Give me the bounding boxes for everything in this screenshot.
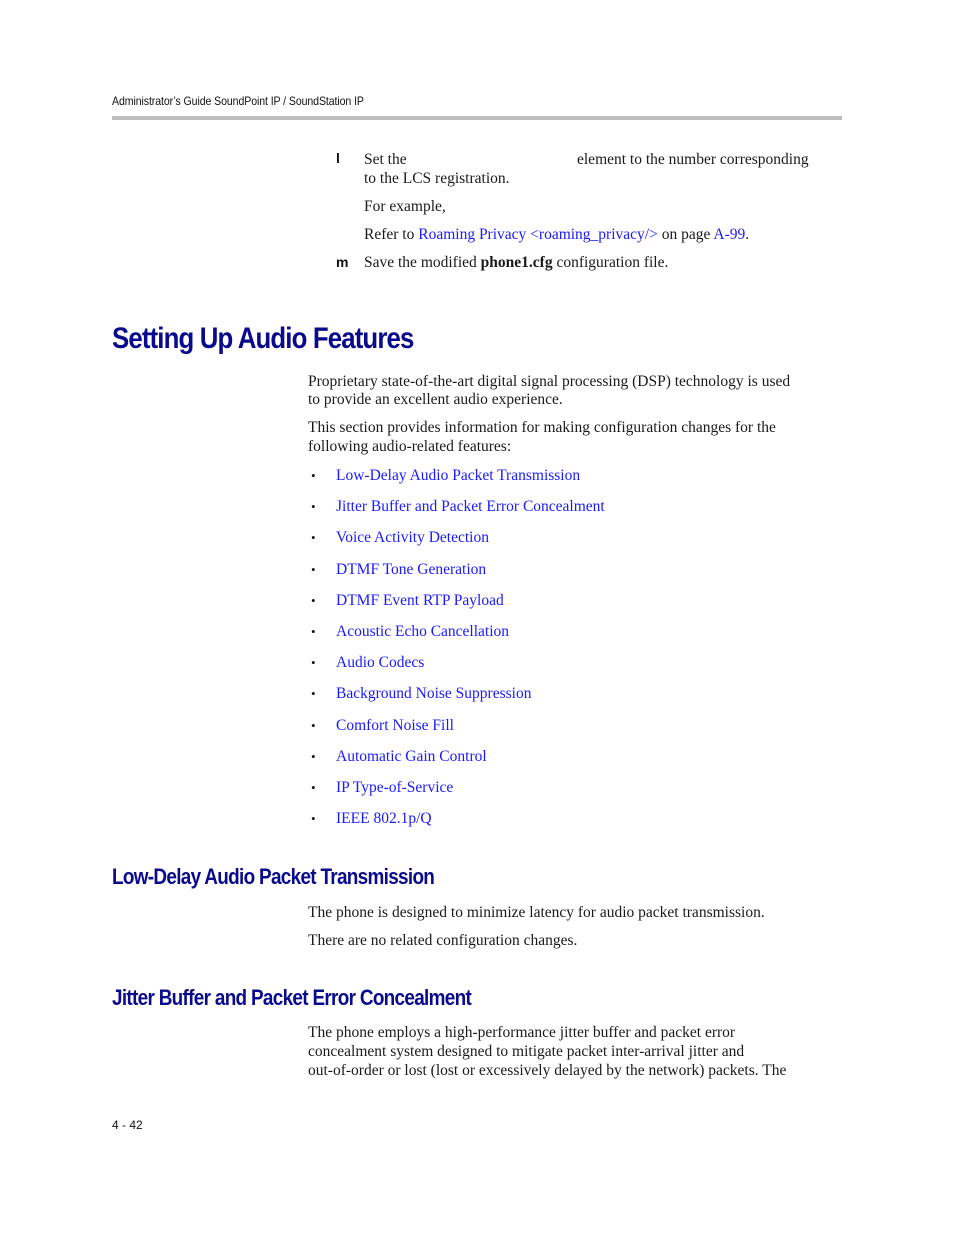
- feature-link-noise-suppression[interactable]: Background Noise Suppression: [336, 685, 531, 702]
- list-item: • Voice Activity Detection: [308, 528, 605, 559]
- list-item: • Automatic Gain Control: [308, 747, 605, 778]
- jitter-para-line3: out-of-order or lost (lost or excessivel…: [308, 1062, 787, 1079]
- feature-link-ip-tos[interactable]: IP Type-of-Service: [336, 779, 453, 796]
- low-delay-para1: The phone is designed to minimize latenc…: [308, 904, 765, 921]
- bullet-icon: •: [311, 499, 316, 515]
- bullet-icon: •: [311, 686, 316, 702]
- bullet-icon: •: [311, 468, 316, 483]
- step-m-text: Save the modified phone1.cfg configurati…: [364, 253, 668, 272]
- list-item: • Acoustic Echo Cancellation: [308, 622, 605, 653]
- page-title: Setting Up Audio Features: [112, 322, 414, 355]
- list-item: • DTMF Event RTP Payload: [308, 591, 605, 622]
- running-header: Administrator’s Guide SoundPoint IP / So…: [112, 94, 364, 108]
- intro-para2-line2: following audio-related features:: [308, 438, 512, 455]
- page-a99-link[interactable]: A-99: [713, 226, 745, 243]
- feature-link-dtmf-tone[interactable]: DTMF Tone Generation: [336, 561, 486, 578]
- step-m-after: configuration file.: [552, 254, 669, 271]
- feature-link-audio-codecs[interactable]: Audio Codecs: [336, 654, 424, 671]
- feature-list: • Low-Delay Audio Packet Transmission • Ji…: [308, 466, 605, 840]
- config-filename: phone1.cfg: [480, 254, 553, 271]
- jitter-para-line2: concealment system designed to mitigate …: [308, 1043, 745, 1060]
- list-item: • Background Noise Suppression: [308, 684, 605, 715]
- list-item: • Low-Delay Audio Packet Transmission: [308, 466, 605, 497]
- step-l-refer: Refer to Roaming Privacy <roaming_privac…: [364, 225, 749, 244]
- list-item: • DTMF Tone Generation: [308, 560, 605, 591]
- list-item: • Jitter Buffer and Packet Error Concealm…: [308, 497, 605, 528]
- refer-mid: on page: [657, 226, 714, 243]
- feature-link-jitter-buffer[interactable]: Jitter Buffer and Packet Error Concealme…: [336, 498, 605, 515]
- section-heading-jitter: Jitter Buffer and Packet Error Concealme…: [112, 985, 472, 1010]
- list-item: • Audio Codecs: [308, 653, 605, 684]
- step-l-text-end: element to the number corresponding: [577, 151, 809, 168]
- roaming-privacy-link[interactable]: Roaming Privacy <roaming_privacy/>: [418, 226, 658, 243]
- feature-link-voice-activity[interactable]: Voice Activity Detection: [336, 529, 489, 546]
- refer-prefix: Refer to: [364, 226, 419, 243]
- bullet-icon: •: [311, 623, 316, 639]
- intro-para-line1: Proprietary state-of-the-art digital sig…: [308, 373, 791, 390]
- step-label-m: m: [336, 254, 349, 270]
- list-item: • Comfort Noise Fill: [308, 716, 605, 747]
- step-m-before: Save the modified: [364, 254, 481, 271]
- bullet-icon: •: [311, 717, 316, 733]
- feature-link-comfort-noise[interactable]: Comfort Noise Fill: [336, 717, 454, 734]
- feature-link-dtmf-event[interactable]: DTMF Event RTP Payload: [336, 592, 504, 609]
- intro-para2-line1: This section provides information for ma…: [308, 419, 776, 436]
- step-l-text-line2: to the LCS registration.: [364, 170, 510, 187]
- bullet-icon: •: [311, 811, 316, 827]
- header-rule: [112, 116, 842, 120]
- feature-link-gain-control[interactable]: Automatic Gain Control: [336, 748, 487, 765]
- bullet-icon: •: [311, 655, 316, 671]
- bullet-icon: •: [311, 592, 316, 608]
- low-delay-para2: There are no related configuration chang…: [308, 932, 578, 949]
- list-item: • IP Type-of-Service: [308, 778, 605, 809]
- bullet-icon: •: [311, 779, 316, 795]
- step-l-text-start: Set the: [364, 151, 407, 168]
- refer-suffix: .: [745, 226, 750, 243]
- step-label-l: l: [336, 150, 340, 166]
- jitter-para-line1: The phone employs a high-performance jit…: [308, 1024, 736, 1041]
- page-number: 4 - 42: [112, 1118, 143, 1132]
- bullet-icon: •: [311, 530, 316, 546]
- feature-link-low-delay[interactable]: Low-Delay Audio Packet Transmission: [336, 467, 580, 484]
- section-heading-low-delay: Low-Delay Audio Packet Transmission: [112, 864, 435, 889]
- list-item: • IEEE 802.1p/Q: [308, 809, 605, 840]
- bullet-icon: •: [311, 561, 316, 577]
- bullet-icon: •: [311, 748, 316, 764]
- step-l-example: For example,: [364, 198, 446, 215]
- feature-link-ieee-8021pq[interactable]: IEEE 802.1p/Q: [336, 810, 432, 827]
- feature-link-echo-cancellation[interactable]: Acoustic Echo Cancellation: [336, 623, 509, 640]
- intro-para-line2: to provide an excellent audio experience…: [308, 391, 563, 408]
